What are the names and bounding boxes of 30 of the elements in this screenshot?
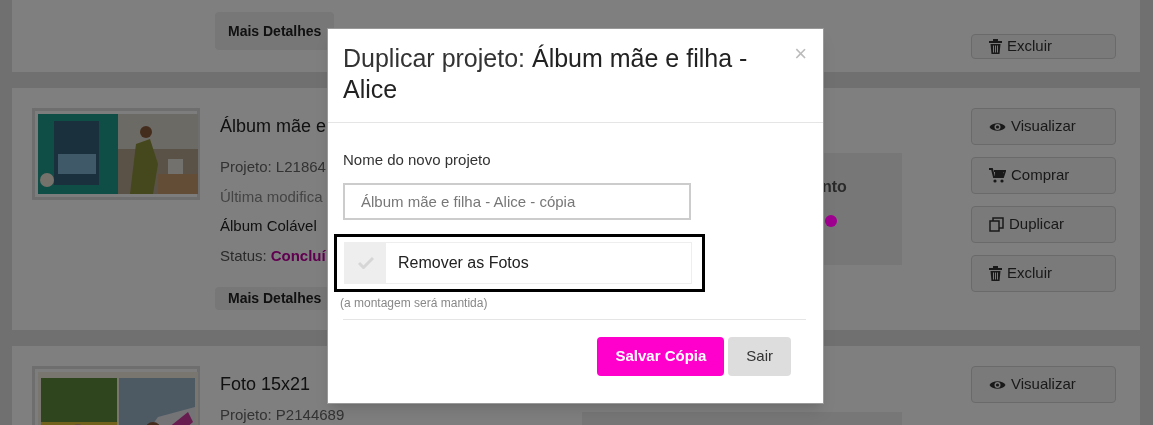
checkbox[interactable] — [345, 242, 386, 283]
action-button[interactable]: Comprar — [971, 157, 1116, 194]
status-label: Status: — [220, 245, 267, 266]
project-title: Álbum mãe e — [220, 115, 327, 138]
exit-button[interactable]: Sair — [728, 336, 791, 376]
product-name: Álbum Colável — [220, 216, 317, 236]
trash-icon — [989, 266, 1002, 281]
help-text: (a montagem será mantida) — [340, 294, 489, 312]
save-button[interactable]: Salvar Cópia — [597, 336, 725, 376]
checkbox-row[interactable]: Remover as Fotos — [344, 241, 692, 284]
action-button[interactable]: Excluir — [971, 255, 1116, 292]
project-code: Projeto: P2144689 — [220, 405, 345, 425]
status-value: Concluí — [270, 245, 326, 266]
cart-icon — [989, 168, 1006, 183]
modified-date: Última modifica — [220, 186, 323, 207]
project-code: Projeto: L21864 — [220, 157, 326, 177]
check-icon — [357, 256, 374, 269]
name-input[interactable]: Álbum mãe e filha - Alice - cópia — [343, 182, 691, 220]
eye-icon — [989, 120, 1006, 133]
copy-icon — [989, 217, 1004, 232]
dialog-title: Duplicar projeto: Álbum mãe e filha - Alice — [343, 43, 749, 105]
action-button[interactable]: Duplicar — [971, 206, 1116, 243]
details-button[interactable]: Mais Detalhes — [215, 12, 335, 50]
project-title: Foto 15x21 — [220, 373, 311, 396]
action-button[interactable]: Visualizar — [971, 108, 1116, 145]
action-button[interactable]: Visualizar — [971, 366, 1116, 403]
trash-icon — [989, 38, 1002, 54]
action-button[interactable]: Excluir — [971, 34, 1116, 59]
field-label: Nome do novo projeto — [343, 150, 492, 170]
eye-icon — [989, 378, 1006, 391]
